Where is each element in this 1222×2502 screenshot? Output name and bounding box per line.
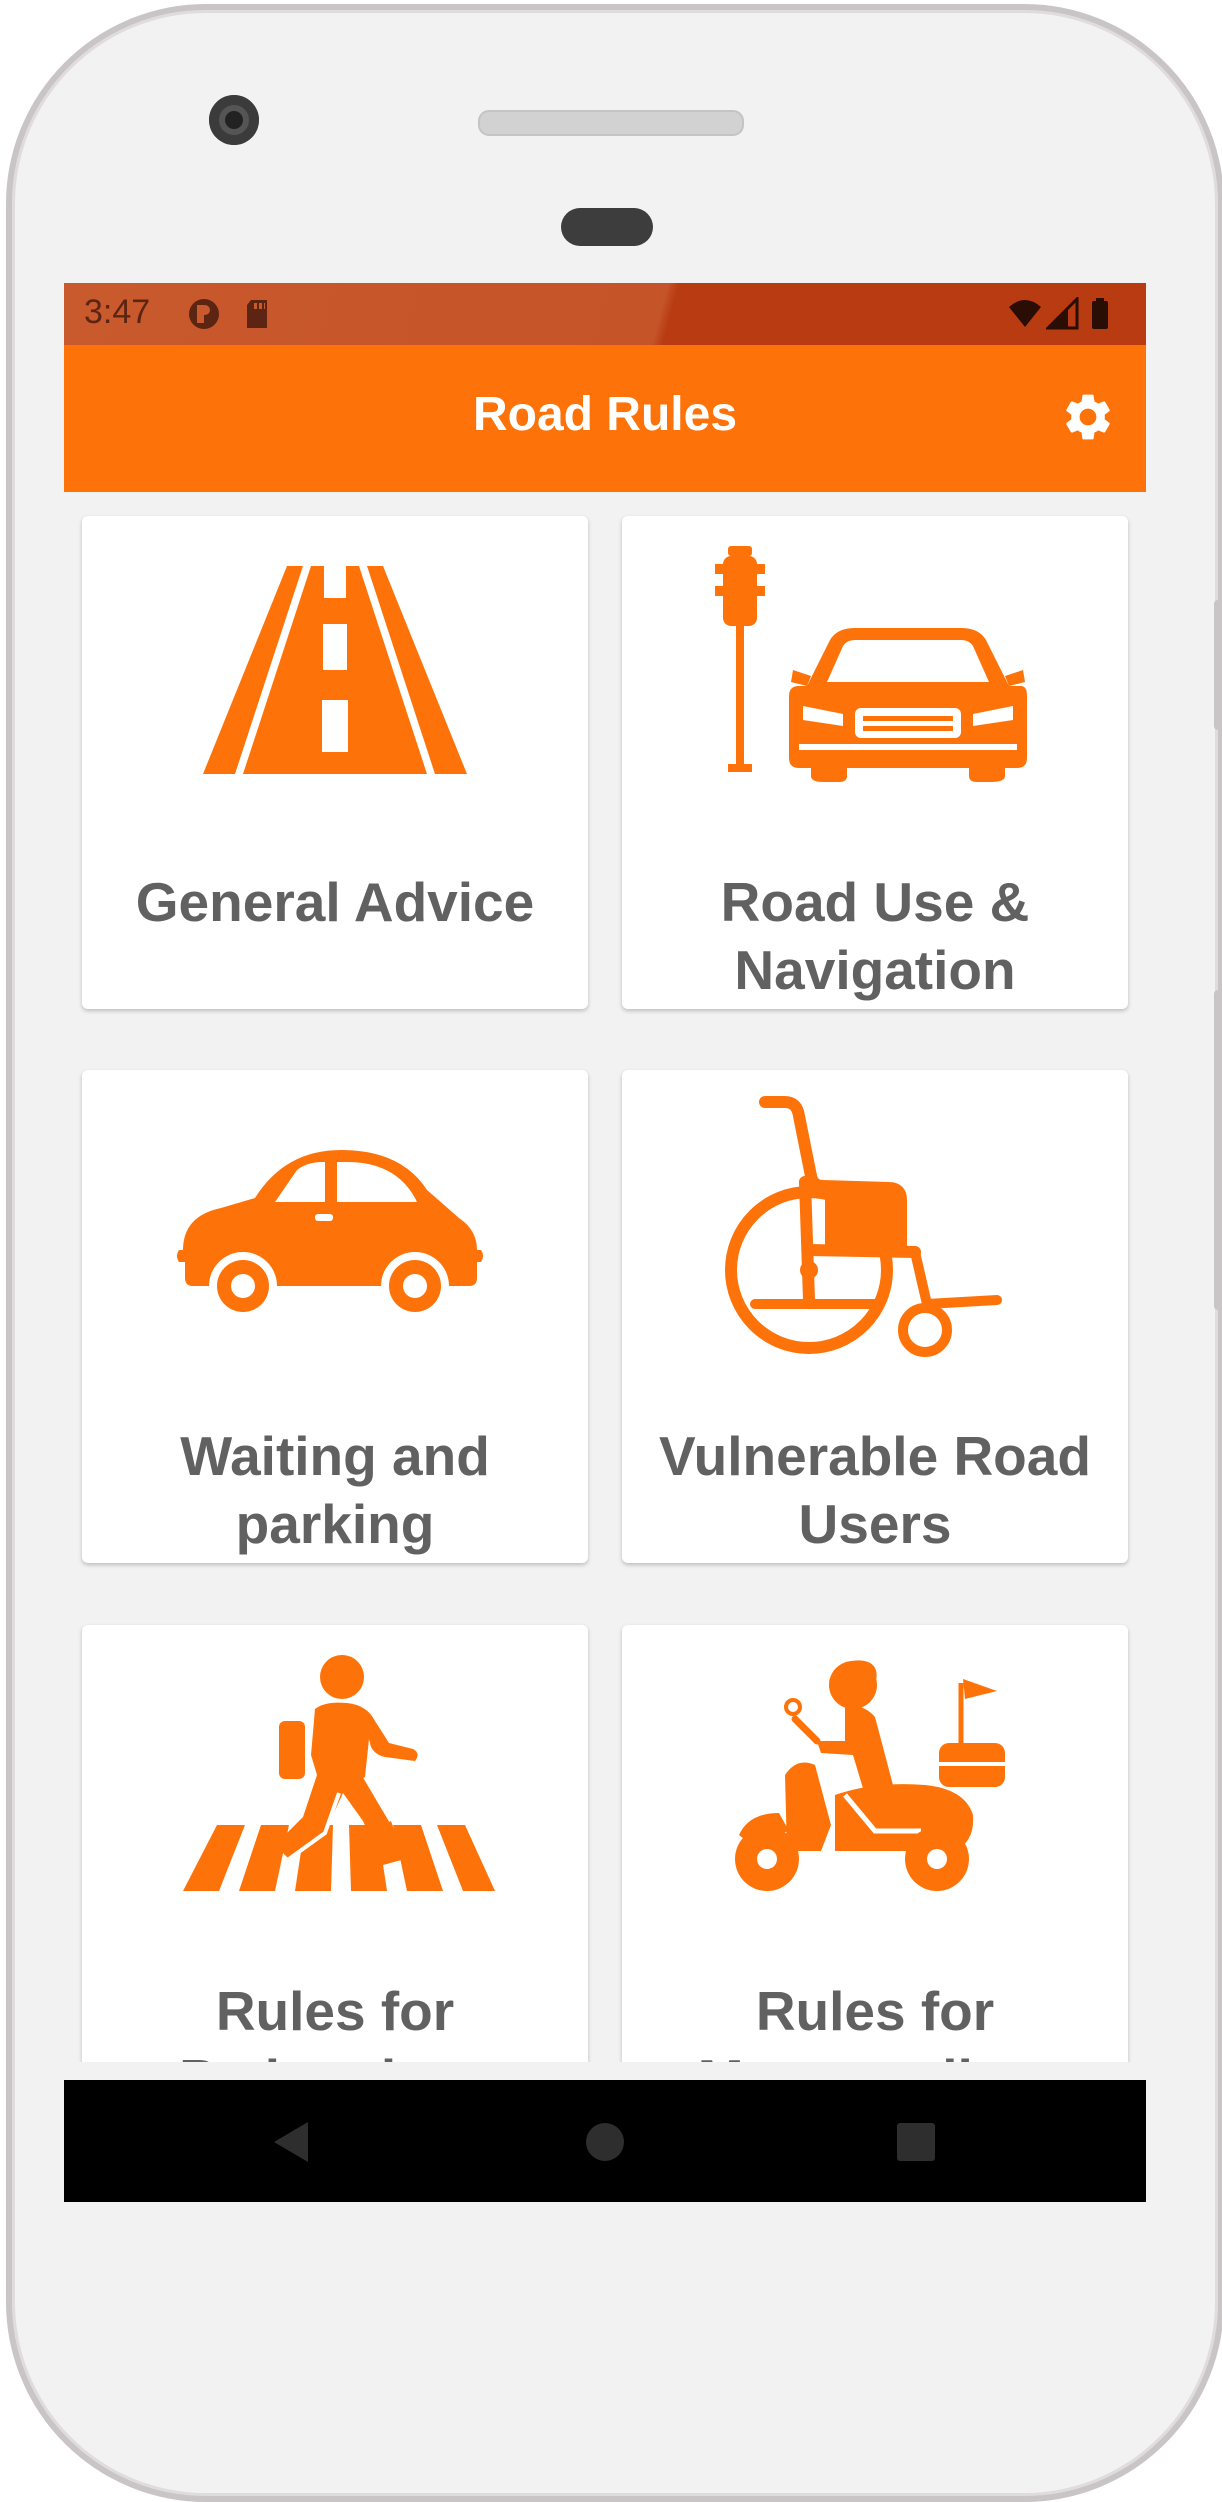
back-icon[interactable] [272,2120,312,2164]
category-label: General Advice [135,871,535,933]
power-button [1214,600,1222,730]
category-card-rules-pedestrians[interactable]: Rules for Pedestrians [82,1625,588,2062]
category-label: Rules for Pedestrians [179,1980,491,2062]
road-icon [203,566,467,774]
signal-icon [1046,297,1079,330]
recents-icon[interactable] [896,2120,936,2164]
sd-card-icon [247,300,267,328]
traffic-light-car-icon [715,546,1027,782]
gear-icon[interactable] [1060,389,1116,445]
earpiece [561,208,653,246]
front-camera [209,95,259,145]
scooter-icon [735,1660,1005,1891]
category-label: Rules for Motorcyclists [698,1980,1053,2062]
category-card-vulnerable-road-users[interactable]: Vulnerable Road Users [622,1070,1128,1563]
category-card-rules-motorcyclists[interactable]: Rules for Motorcyclists [622,1625,1128,2062]
app-title: Road Rules [472,388,738,441]
status-time: 3:47 [84,293,151,331]
category-grid: General Advice Road Use & Navigation Wai… [64,492,1146,2062]
category-card-waiting-parking[interactable]: Waiting and parking [82,1070,588,1563]
category-label: Vulnerable Road Users [659,1425,1091,1555]
app-bar: Road Rules [64,345,1146,492]
category-card-road-use-navigation[interactable]: Road Use & Navigation [622,516,1128,1009]
status-bar: 3:47 [64,283,1146,345]
car-icon [177,1150,483,1320]
system-nav-bar [64,2080,1146,2202]
category-label: Waiting and parking [180,1425,490,1555]
screen: 3:47 Road Rules General Advice Road Use … [64,283,1146,2202]
volume-button [1214,990,1222,1310]
wifi-icon [1009,300,1041,327]
wheelchair-icon [725,1096,1002,1357]
home-icon[interactable] [585,2120,625,2164]
pedestrian-crossing-icon [183,1655,495,1891]
notification-icon [189,299,219,329]
category-card-general-advice[interactable]: General Advice [82,516,588,1009]
battery-icon [1092,298,1108,329]
category-label: Road Use & Navigation [720,871,1030,1001]
speaker-grill [478,110,744,136]
